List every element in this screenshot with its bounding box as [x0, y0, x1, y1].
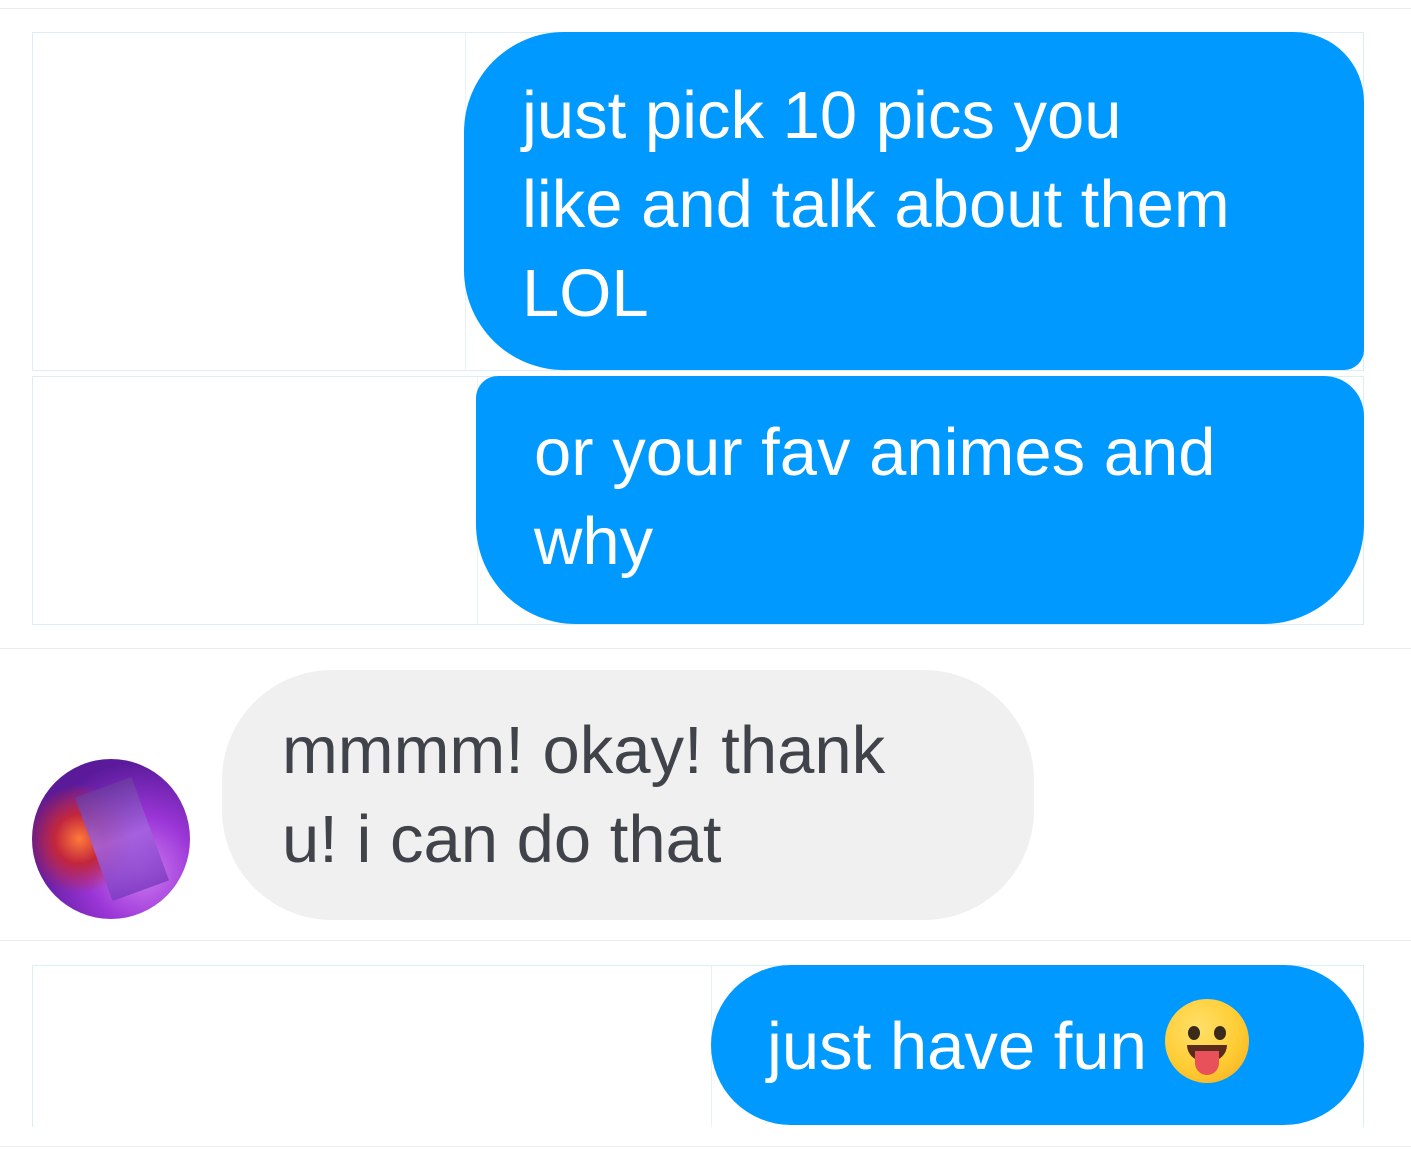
- message-text-line: mmmm! okay! thank: [282, 713, 886, 788]
- face-with-tongue-icon: [1164, 999, 1249, 1083]
- message-text-line: LOL: [522, 256, 649, 331]
- bottom-divider: [0, 1146, 1411, 1147]
- top-divider: [0, 8, 1411, 9]
- message-text-line: just pick 10 pics you: [522, 78, 1122, 153]
- message-text-line: u! i can do that: [282, 802, 722, 877]
- message-text-line: why: [534, 504, 654, 579]
- message-text: just have fun: [767, 1009, 1147, 1084]
- emoji-tongue: [1194, 1051, 1219, 1075]
- message-text-line: just have fun: [767, 999, 1364, 1091]
- outgoing-message-bubble[interactable]: just pick 10 pics you like and talk abou…: [464, 32, 1364, 370]
- outgoing-message-bubble[interactable]: just have fun: [711, 965, 1364, 1125]
- avatar-photo-detail: [74, 777, 170, 901]
- emoji-eye-right: [1213, 1026, 1226, 1040]
- message-text-line: like and talk about them: [522, 167, 1230, 242]
- outgoing-message-bubble[interactable]: or your fav animes and why: [476, 376, 1364, 624]
- incoming-message-bubble[interactable]: mmmm! okay! thank u! i can do that: [222, 670, 1034, 920]
- emoji-eye-left: [1187, 1026, 1200, 1040]
- user-avatar[interactable]: [32, 759, 190, 919]
- section-divider: [0, 648, 1411, 649]
- message-text-line: or your fav animes and: [534, 415, 1216, 490]
- section-divider: [0, 940, 1411, 941]
